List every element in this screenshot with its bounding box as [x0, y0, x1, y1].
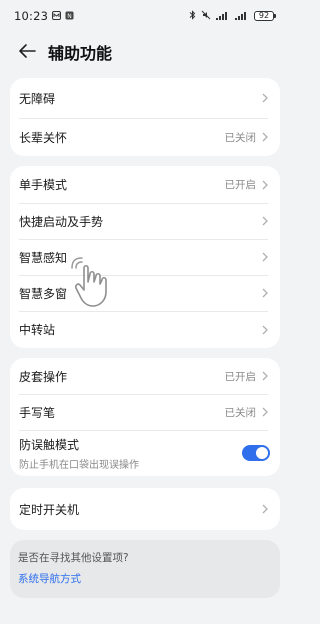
chevron-right-icon: [260, 216, 270, 226]
settings-group-3: 皮套操作 已开启 手写笔 已关闭 防误触模式 防止手机在口袋出现误操作: [10, 358, 280, 476]
accidental-touch-toggle[interactable]: [242, 445, 270, 461]
chevron-right-icon: [260, 288, 270, 298]
status-bar: 10:23 N 92: [0, 0, 290, 32]
setting-scheduled-power[interactable]: 定时开关机: [10, 488, 280, 530]
chevron-right-icon: [260, 504, 270, 514]
app-notification-icon: N: [65, 10, 74, 23]
setting-smart-perception[interactable]: 智慧感知: [10, 239, 280, 275]
chevron-right-icon: [260, 371, 270, 381]
setting-label: 快捷启动及手势: [19, 214, 104, 229]
setting-transit-station[interactable]: 中转站: [10, 311, 280, 348]
system-navigation-link[interactable]: 系统导航方式: [18, 571, 272, 586]
tap-gesture-hand-icon: [68, 254, 124, 310]
setting-label: 智慧感知: [19, 250, 68, 265]
back-button[interactable]: [16, 40, 38, 62]
setting-text: 防误触模式 防止手机在口袋出现误操作: [19, 436, 242, 471]
setting-label: 手写笔: [19, 405, 56, 420]
signal-icon-1: [216, 10, 230, 23]
setting-value: 已开启: [224, 179, 257, 191]
signal-icon-2: [235, 10, 249, 23]
setting-value: 已关闭: [224, 131, 257, 144]
setting-smart-multiwindow[interactable]: 智慧多窗: [10, 275, 280, 311]
setting-shortcuts-gestures[interactable]: 快捷启动及手势: [10, 203, 280, 239]
back-arrow-icon: [19, 44, 36, 58]
page-title: 辅助功能: [48, 44, 113, 63]
setting-one-handed-mode[interactable]: 单手模式 已开启: [10, 166, 280, 203]
settings-group-2: 单手模式 已开启 快捷启动及手势 智慧感知 智慧多窗 中转站: [10, 166, 280, 348]
toggle-knob: [256, 447, 268, 459]
setting-description: 防止手机在口袋出现误操作: [19, 459, 139, 471]
status-left: 10:23 N: [14, 9, 74, 23]
setting-label: 无障碍: [19, 91, 56, 106]
chevron-right-icon: [260, 325, 270, 335]
status-time: 10:23: [14, 9, 49, 23]
bluetooth-icon: [189, 9, 196, 23]
setting-value: 已开启: [224, 370, 257, 383]
setting-accessibility[interactable]: 无障碍: [10, 78, 280, 118]
setting-label: 智慧多窗: [19, 286, 68, 301]
hint-card: 是否在寻找其他设置项? 系统导航方式: [10, 540, 280, 598]
chevron-right-icon: [260, 132, 270, 142]
setting-label: 防误触模式: [19, 437, 80, 452]
svg-text:N: N: [67, 13, 72, 20]
chevron-right-icon: [260, 93, 270, 103]
setting-label: 单手模式: [19, 178, 68, 192]
header: 辅助功能: [0, 36, 290, 66]
settings-group-4: 定时开关机: [10, 488, 280, 530]
chevron-right-icon: [260, 252, 270, 262]
battery-level: 92: [254, 11, 274, 21]
chevron-right-icon: [260, 180, 270, 190]
setting-label: 皮套操作: [19, 369, 68, 384]
notification-icon: [52, 10, 62, 23]
setting-elderly-care[interactable]: 长辈关怀 已关闭: [10, 118, 280, 156]
battery-icon: 92: [254, 11, 276, 21]
setting-value: 已关闭: [224, 406, 257, 419]
mute-icon: [201, 10, 211, 23]
settings-group-1: 无障碍 长辈关怀 已关闭: [10, 78, 280, 156]
hint-question: 是否在寻找其他设置项?: [18, 552, 129, 564]
setting-label: 长辈关怀: [19, 130, 68, 145]
status-right: 92: [189, 9, 276, 23]
setting-label: 中转站: [19, 323, 56, 337]
chevron-right-icon: [260, 407, 270, 417]
setting-stylus[interactable]: 手写笔 已关闭: [10, 394, 280, 430]
setting-cover-operation[interactable]: 皮套操作 已开启: [10, 358, 280, 394]
setting-accidental-touch: 防误触模式 防止手机在口袋出现误操作: [10, 430, 280, 476]
setting-label: 定时开关机: [19, 502, 80, 517]
